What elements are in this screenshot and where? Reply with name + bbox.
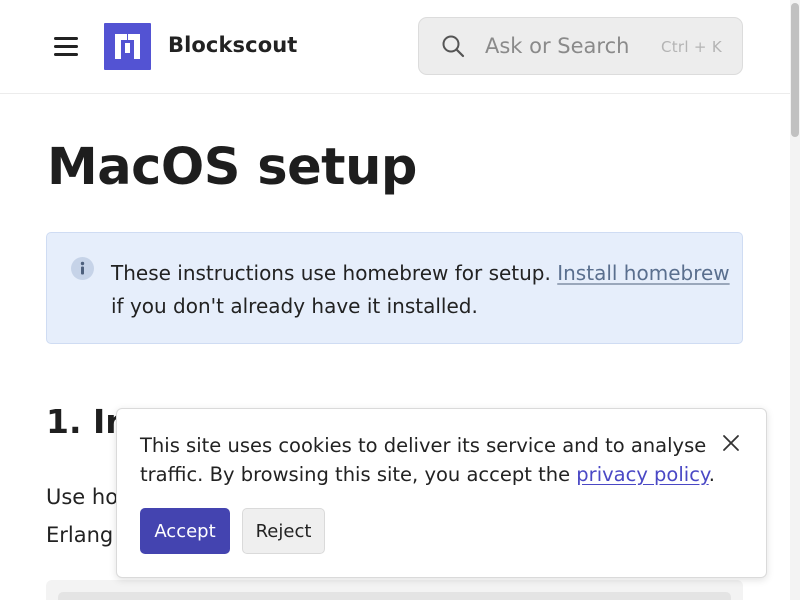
search-icon [441, 34, 465, 62]
info-callout: These instructions use homebrew for setu… [46, 232, 743, 344]
reject-cookies-button[interactable]: Reject [242, 508, 325, 554]
cookie-banner: This site uses cookies to deliver its se… [116, 408, 767, 578]
cookie-text-after: . [708, 463, 715, 486]
privacy-policy-link[interactable]: privacy policy [576, 463, 708, 486]
install-homebrew-link[interactable]: Install homebrew [557, 261, 729, 285]
page-title: MacOS setup [47, 138, 417, 197]
code-block [46, 580, 743, 600]
search-placeholder: Ask or Search [485, 34, 630, 58]
cookie-message: This site uses cookies to deliver its se… [140, 431, 730, 489]
search-shortcut-hint: Ctrl + K [660, 38, 722, 56]
hamburger-menu-icon[interactable] [54, 37, 78, 56]
info-icon [71, 257, 94, 280]
close-icon[interactable] [721, 433, 741, 453]
top-header: Blockscout Ask or Search Ctrl + K [0, 0, 790, 94]
callout-text-before: These instructions use homebrew for setu… [111, 261, 558, 285]
callout-text-after: if you don't already have it installed. [111, 294, 478, 318]
page-scrollbar[interactable] [790, 0, 800, 600]
blockscout-logo-icon[interactable] [104, 23, 151, 70]
search-input[interactable]: Ask or Search Ctrl + K [418, 17, 743, 75]
code-block-inner [58, 592, 731, 600]
callout-text: These instructions use homebrew for setu… [111, 257, 731, 323]
brand-name[interactable]: Blockscout [168, 33, 297, 57]
accept-cookies-button[interactable]: Accept [140, 508, 230, 554]
scrollbar-thumb[interactable] [791, 3, 799, 137]
